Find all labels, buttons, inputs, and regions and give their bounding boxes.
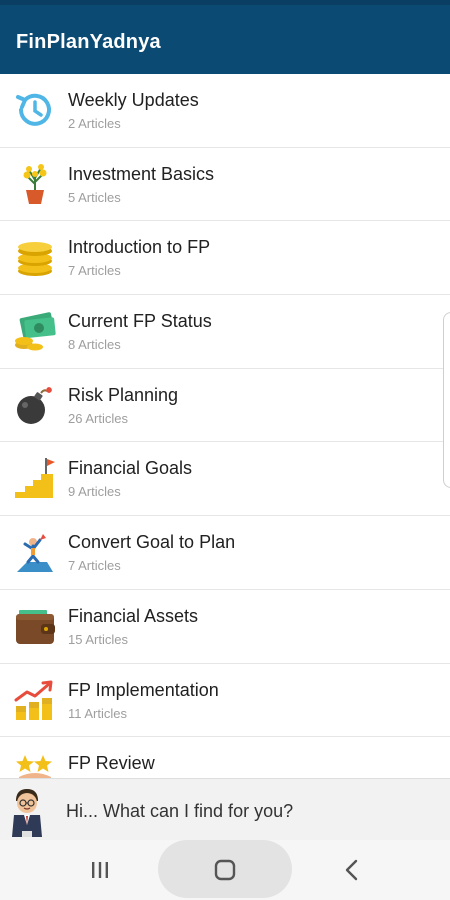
article-count: 7 Articles <box>68 263 121 279</box>
category-row-fp-review[interactable]: FP Review <box>0 737 450 778</box>
scroll-handle[interactable] <box>443 312 450 488</box>
cash-coins-icon <box>15 312 56 351</box>
category-title: FP Review <box>68 753 155 774</box>
article-count: 15 Articles <box>68 631 128 647</box>
coin-stack-icon <box>18 242 52 277</box>
assistant-avatar-icon <box>12 789 42 837</box>
category-title: Investment Basics <box>68 163 215 184</box>
home-icon <box>214 859 236 881</box>
category-title: Financial Goals <box>68 458 193 479</box>
system-nav-bar <box>0 840 450 900</box>
wallet-icon <box>16 609 55 644</box>
article-count: 8 Articles <box>68 337 121 353</box>
home-button[interactable] <box>158 840 292 898</box>
category-row-risk-planning[interactable]: Risk Planning 26 Articles <box>0 369 450 443</box>
category-row-introduction-to-fp[interactable]: Introduction to FP 7 Articles <box>0 221 450 296</box>
category-row-financial-assets[interactable]: Financial Assets 15 Articles <box>0 590 450 664</box>
category-row-weekly-updates[interactable]: Weekly Updates 2 Articles <box>0 74 450 148</box>
article-count: 7 Articles <box>68 558 121 574</box>
stars-review-icon <box>16 755 52 778</box>
person-summit-icon <box>17 534 53 573</box>
category-title: FP Implementation <box>68 679 219 700</box>
clock-refresh-icon <box>16 93 51 126</box>
article-count: 9 Articles <box>68 484 121 500</box>
category-title: Current FP Status <box>68 311 212 332</box>
category-title: Weekly Updates <box>68 90 199 110</box>
back-icon[interactable] <box>330 840 374 900</box>
app-title: FinPlanYadnya <box>16 31 161 53</box>
category-row-financial-goals[interactable]: Financial Goals 9 Articles <box>0 442 450 517</box>
growth-chart-icon <box>14 680 53 720</box>
money-plant-icon <box>23 163 47 204</box>
stairs-flag-icon <box>15 458 55 499</box>
category-row-convert-goal-to-plan[interactable]: Convert Goal to Plan 7 Articles <box>0 516 450 590</box>
category-title: Convert Goal to Plan <box>68 532 236 553</box>
app-bar: FinPlanYadnya <box>0 0 450 74</box>
category-title: Risk Planning <box>68 384 179 405</box>
category-row-current-fp-status[interactable]: Current FP Status 8 Articles <box>0 295 450 369</box>
category-title: Introduction to FP <box>68 237 211 258</box>
bomb-icon <box>17 386 52 424</box>
category-list: Weekly Updates 2 Articles Investment Bas… <box>0 74 450 778</box>
article-count: 26 Articles <box>68 410 128 426</box>
category-title: Financial Assets <box>68 605 199 626</box>
category-row-fp-implementation[interactable]: FP Implementation 11 Articles <box>0 664 450 738</box>
chat-assistant-bar[interactable]: Hi... What can I find for you? <box>0 778 450 840</box>
article-count: 5 Articles <box>68 189 121 205</box>
article-count: 11 Articles <box>68 705 128 721</box>
chat-prompt-text: Hi... What can I find for you? <box>66 801 294 821</box>
recents-icon[interactable] <box>78 840 122 900</box>
article-count: 2 Articles <box>68 116 121 131</box>
category-row-investment-basics[interactable]: Investment Basics 5 Articles <box>0 148 450 222</box>
